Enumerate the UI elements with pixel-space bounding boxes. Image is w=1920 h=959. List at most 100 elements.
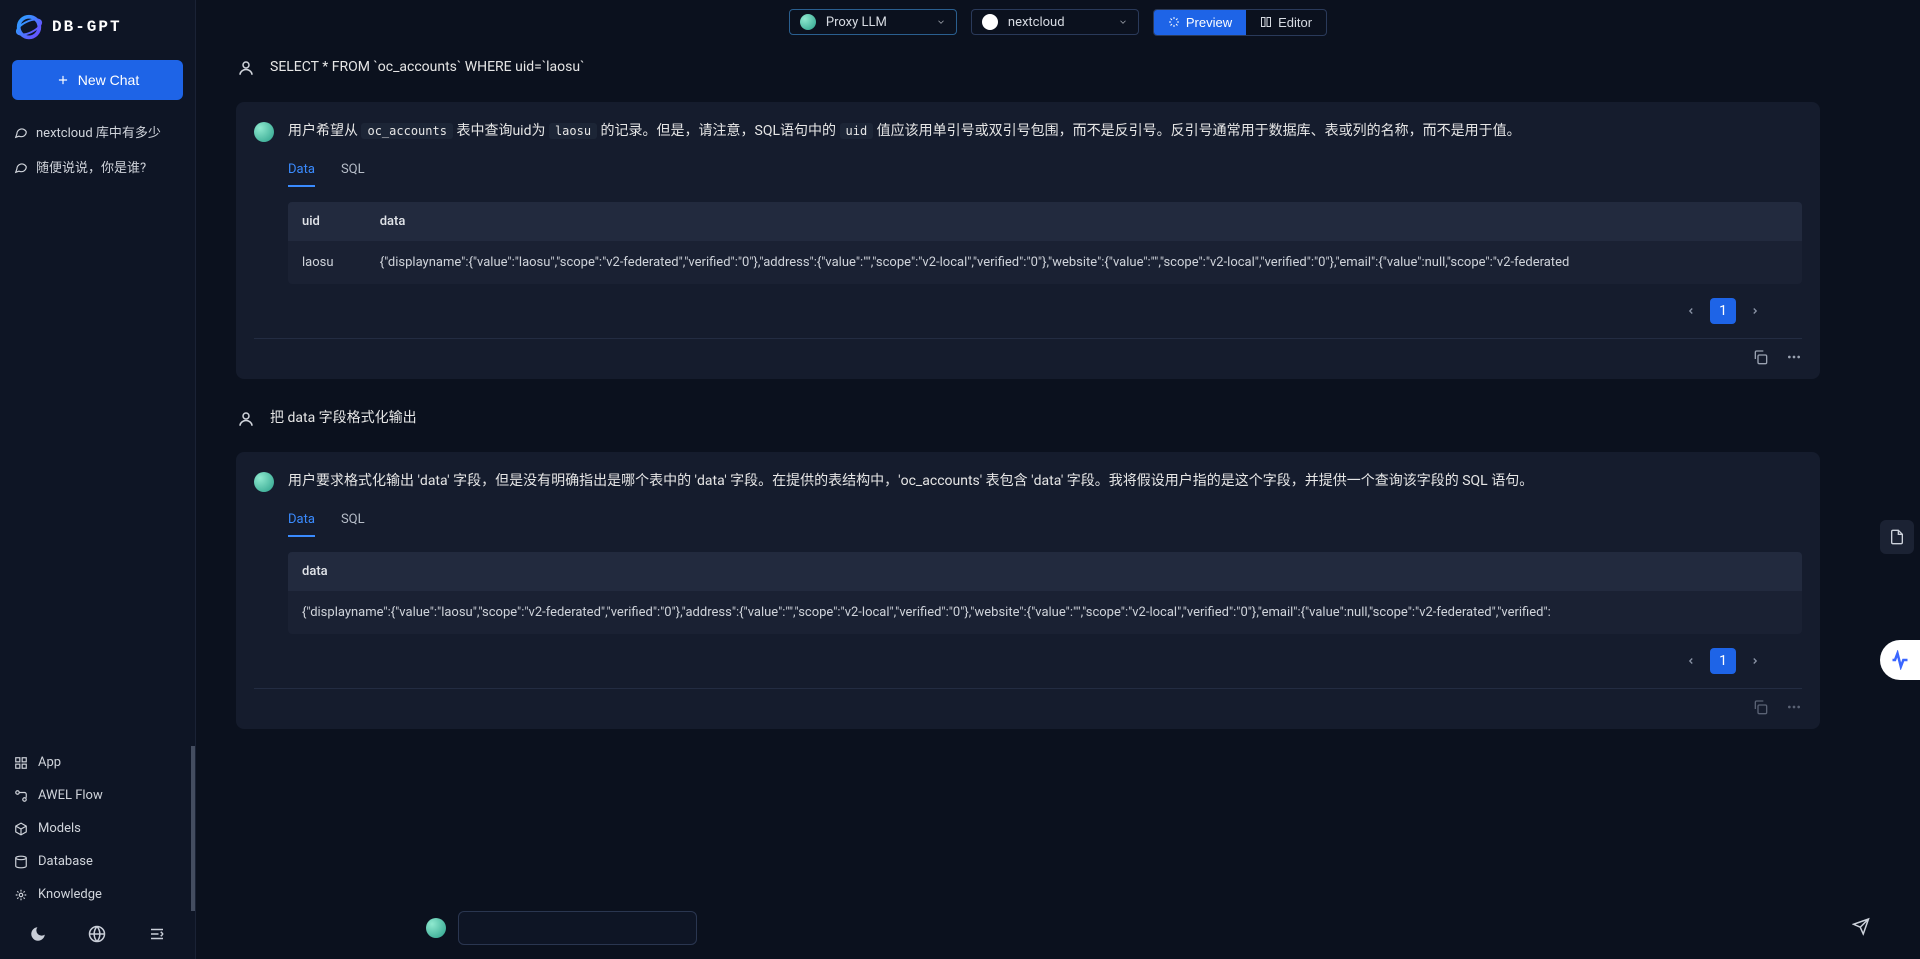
sidebar-nav: App AWEL Flow Models Database Knowledge: [0, 746, 195, 911]
inline-code: oc_accounts: [361, 123, 452, 139]
table-cell: {"displayname":{"value":"laosu","scope":…: [288, 591, 1802, 634]
editor-label: Editor: [1278, 15, 1312, 30]
inline-code: laosu: [549, 123, 597, 139]
chat-bubble-icon: [14, 160, 28, 174]
editor-tab[interactable]: Editor: [1246, 10, 1326, 35]
db-label: nextcloud: [1008, 15, 1065, 30]
table-header: uid: [288, 202, 366, 241]
brand-logo-icon: [14, 12, 44, 42]
chat-input-bar: [426, 911, 1880, 945]
side-panel-toggle[interactable]: [1880, 520, 1914, 554]
top-bar: Proxy LLM nextcloud Preview Editor: [196, 0, 1920, 38]
nav-awel-flow[interactable]: AWEL Flow: [0, 779, 195, 812]
message-actions: [254, 688, 1802, 715]
preview-tab[interactable]: Preview: [1154, 10, 1246, 35]
chat-history-list: nextcloud 库中有多少 随便说说，你是谁?: [0, 114, 195, 184]
moon-icon[interactable]: [29, 925, 47, 943]
chat-input[interactable]: [458, 911, 697, 945]
assistant-launcher[interactable]: [1880, 640, 1920, 680]
tab-data[interactable]: Data: [288, 508, 315, 537]
user-avatar-icon: [236, 58, 256, 78]
assistant-avatar-icon: [254, 472, 274, 492]
chevron-right-icon: [1750, 306, 1760, 316]
nav-label: App: [38, 755, 61, 770]
nav-database[interactable]: Database: [0, 845, 195, 878]
view-toggle: Preview Editor: [1153, 9, 1327, 36]
pagination: 1: [254, 648, 1768, 674]
model-selector[interactable]: Proxy LLM: [789, 9, 957, 35]
chat-history-title: nextcloud 库中有多少: [36, 122, 161, 141]
sidebar-footer: [0, 911, 195, 959]
table-cell: {"displayname":{"value":"laosu","scope":…: [366, 241, 1802, 284]
page-next-button[interactable]: [1742, 648, 1768, 674]
nav-label: AWEL Flow: [38, 788, 103, 803]
globe-icon[interactable]: [88, 925, 106, 943]
nav-label: Knowledge: [38, 887, 102, 902]
chevron-left-icon: [1686, 656, 1696, 666]
preview-label: Preview: [1186, 15, 1232, 30]
nav-models[interactable]: Models: [0, 812, 195, 845]
send-button[interactable]: [1852, 918, 1870, 939]
sparkle-icon: [1168, 16, 1180, 28]
database-icon: [14, 855, 28, 869]
user-message-text: SELECT * FROM `oc_accounts` WHERE uid=`l…: [270, 56, 1820, 80]
page-number[interactable]: 1: [1710, 648, 1736, 674]
sidebar: DB-GPT New Chat nextcloud 库中有多少 随便说说，你是谁…: [0, 0, 196, 959]
page-next-button[interactable]: [1742, 298, 1768, 324]
inline-code: uid: [840, 123, 874, 139]
page-prev-button[interactable]: [1678, 648, 1704, 674]
tab-sql[interactable]: SQL: [341, 158, 365, 187]
user-message-text: 把 data 字段格式化输出: [270, 407, 1820, 431]
collapse-icon[interactable]: [148, 925, 166, 943]
assistant-avatar-icon: [254, 122, 274, 142]
result-tabs: Data SQL: [288, 508, 1802, 538]
send-icon: [1852, 918, 1870, 936]
nav-app[interactable]: App: [0, 746, 195, 779]
main-panel: Proxy LLM nextcloud Preview Editor SELE: [196, 0, 1920, 959]
nav-label: Database: [38, 854, 93, 869]
assistant-message-text: 用户要求格式化输出 'data' 字段，但是没有明确指出是哪个表中的 'data…: [288, 470, 1802, 494]
nav-label: Models: [38, 821, 81, 836]
tab-sql[interactable]: SQL: [341, 508, 365, 537]
plus-icon: [56, 73, 70, 87]
chat-bubble-icon: [14, 125, 28, 139]
chevron-down-icon: [1118, 17, 1128, 27]
document-icon: [1889, 529, 1905, 545]
nav-knowledge[interactable]: Knowledge: [0, 878, 195, 911]
chat-history-title: 随便说说，你是谁?: [36, 157, 146, 176]
chevron-down-icon: [936, 17, 946, 27]
chat-history-item[interactable]: 随便说说，你是谁?: [0, 149, 195, 184]
result-tabs: Data SQL: [288, 158, 1802, 188]
model-label: Proxy LLM: [826, 15, 887, 30]
brand-text: DB-GPT: [52, 18, 122, 36]
pagination: 1: [254, 298, 1768, 324]
flow-icon: [14, 789, 28, 803]
tab-data[interactable]: Data: [288, 158, 315, 187]
chat-scroll-area[interactable]: SELECT * FROM `oc_accounts` WHERE uid=`l…: [196, 38, 1920, 959]
result-table: data {"displayname":{"value":"laosu","sc…: [288, 552, 1802, 634]
chat-history-item[interactable]: nextcloud 库中有多少: [0, 114, 195, 149]
grid-icon: [14, 756, 28, 770]
page-prev-button[interactable]: [1678, 298, 1704, 324]
table-header: data: [366, 202, 1802, 241]
copy-icon[interactable]: [1752, 349, 1768, 365]
new-chat-button[interactable]: New Chat: [12, 60, 183, 100]
new-chat-label: New Chat: [78, 72, 139, 88]
more-icon[interactable]: [1786, 699, 1802, 715]
message-actions: [254, 338, 1802, 365]
brand-row: DB-GPT: [0, 0, 195, 50]
assistant-message-text: 用户希望从 oc_accounts 表中查询uid为 laosu 的记录。但是，…: [288, 120, 1802, 144]
more-icon[interactable]: [1786, 349, 1802, 365]
database-selector[interactable]: nextcloud: [971, 9, 1139, 35]
chevron-left-icon: [1686, 306, 1696, 316]
copy-icon[interactable]: [1752, 699, 1768, 715]
user-message: 把 data 字段格式化输出: [236, 407, 1820, 431]
model-avatar-icon: [800, 14, 816, 30]
table-row: {"displayname":{"value":"laosu","scope":…: [288, 591, 1802, 634]
user-avatar-icon: [236, 409, 256, 429]
db-avatar-icon: [982, 14, 998, 30]
assistant-avatar-icon: [426, 918, 446, 938]
assistant-message-card: 用户要求格式化输出 'data' 字段，但是没有明确指出是哪个表中的 'data…: [236, 452, 1820, 729]
table-row: laosu {"displayname":{"value":"laosu","s…: [288, 241, 1802, 284]
page-number[interactable]: 1: [1710, 298, 1736, 324]
